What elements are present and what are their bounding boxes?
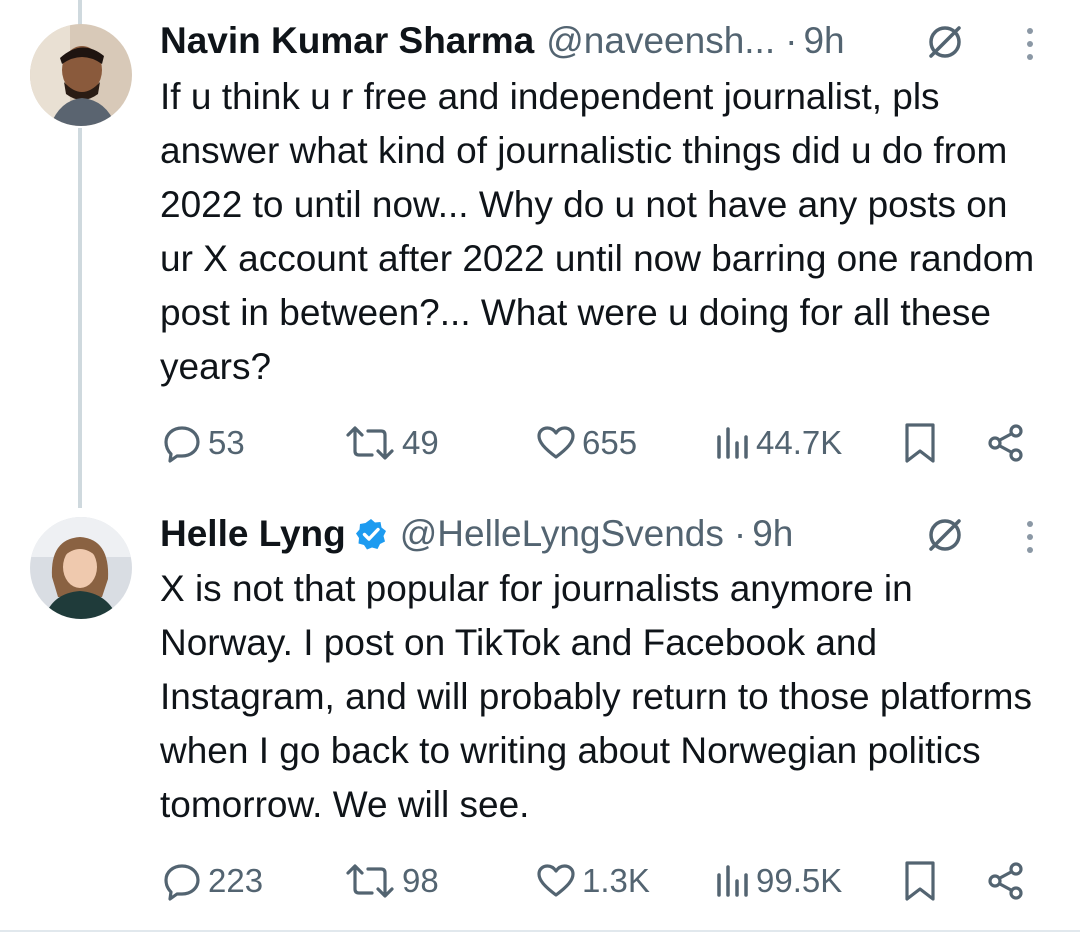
- tweet-text: If u think u r free and independent jour…: [160, 76, 1035, 387]
- author-name[interactable]: Navin Kumar Sharma: [160, 20, 534, 62]
- reply-button[interactable]: 223: [162, 856, 263, 906]
- verified-badge-icon: [354, 517, 388, 551]
- share-button[interactable]: [986, 856, 1026, 906]
- like-button[interactable]: 1.3K: [536, 856, 650, 906]
- views-button[interactable]: 99.5K: [714, 856, 842, 906]
- views-icon: [717, 427, 748, 459]
- bookmark-button[interactable]: [902, 418, 938, 468]
- repost-count: 49: [402, 424, 439, 461]
- thread-connector-top: [78, 0, 82, 25]
- avatar[interactable]: [30, 517, 132, 619]
- more-icon[interactable]: [1024, 517, 1036, 557]
- view-count: 44.7K: [756, 424, 843, 461]
- like-count: 1.3K: [582, 862, 650, 899]
- like-count: 655: [582, 424, 638, 461]
- tweet-text: X is not that popular for journalists an…: [160, 568, 1032, 825]
- bookmark-button[interactable]: [902, 856, 938, 906]
- like-button[interactable]: 655: [536, 418, 637, 468]
- repost-icon: [346, 864, 394, 898]
- thread-connector: [78, 128, 82, 508]
- share-icon: [988, 862, 1023, 900]
- share-button[interactable]: [986, 418, 1026, 468]
- author-name[interactable]: Helle Lyng: [160, 513, 346, 555]
- repost-icon: [346, 426, 394, 460]
- views-button[interactable]: 44.7K: [714, 418, 842, 468]
- tweet-actions: 223 98 1.3K 99.5K: [160, 856, 1040, 906]
- separator-dot: ·: [785, 20, 798, 61]
- divider: [0, 930, 1080, 932]
- reply-count: 53: [208, 424, 245, 461]
- grok-icon[interactable]: [925, 22, 965, 62]
- repost-button[interactable]: 49: [344, 418, 439, 468]
- timestamp[interactable]: 9h: [752, 513, 793, 555]
- view-count: 99.5K: [756, 862, 843, 899]
- bookmark-icon: [905, 423, 935, 463]
- tweet-header: Navin Kumar Sharma @naveensh... · 9h: [160, 19, 845, 63]
- timestamp[interactable]: 9h: [803, 20, 844, 62]
- grok-icon[interactable]: [925, 515, 965, 555]
- separator-dot: ·: [733, 513, 747, 554]
- reply-icon: [164, 426, 200, 463]
- tweet-header: Helle Lyng @HelleLyngSvends · 9h: [160, 512, 793, 556]
- author-handle[interactable]: @HelleLyngSvends: [400, 513, 724, 555]
- repost-count: 98: [402, 862, 439, 899]
- views-icon: [717, 865, 748, 897]
- reply-icon: [164, 864, 200, 901]
- bookmark-icon: [905, 861, 935, 901]
- more-icon[interactable]: [1024, 24, 1036, 64]
- share-icon: [988, 424, 1023, 462]
- reply-count: 223: [208, 862, 264, 899]
- tweet-actions: 53 49 655 44.7K: [160, 418, 1040, 468]
- avatar[interactable]: [30, 24, 132, 126]
- author-handle[interactable]: @naveensh...: [546, 20, 775, 62]
- heart-icon: [537, 864, 575, 897]
- repost-button[interactable]: 98: [344, 856, 439, 906]
- heart-icon: [537, 426, 575, 459]
- reply-button[interactable]: 53: [162, 418, 245, 468]
